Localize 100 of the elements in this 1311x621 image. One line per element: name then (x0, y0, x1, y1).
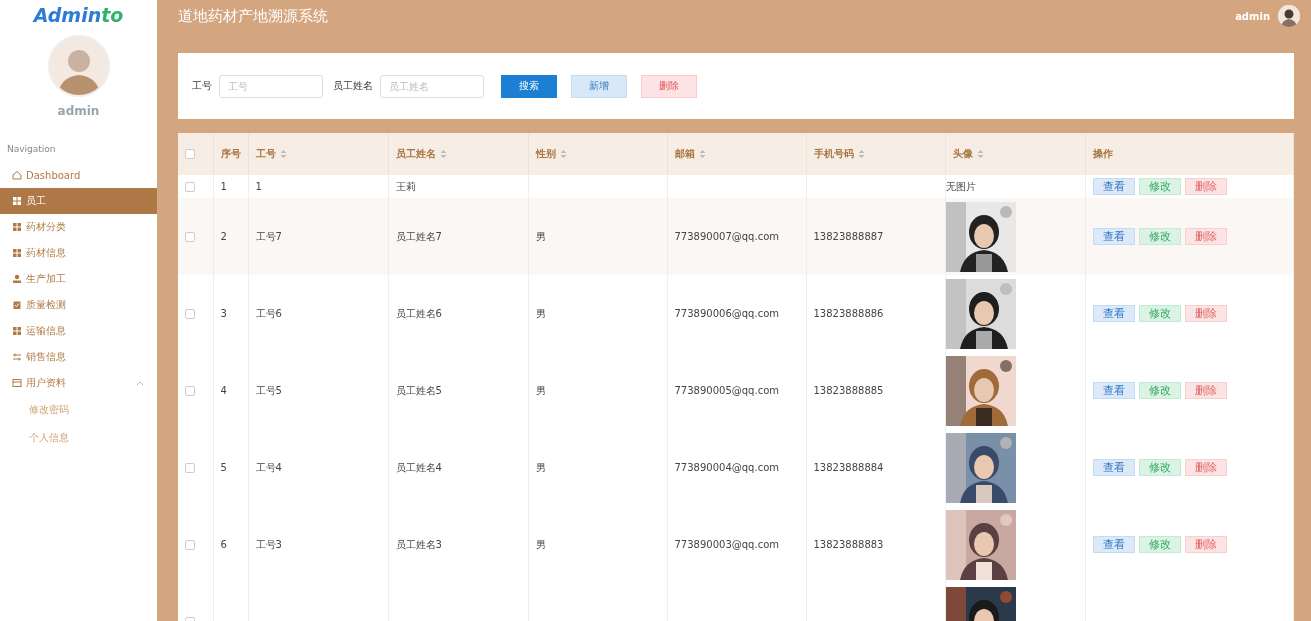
table-cell: 工号3 (255, 538, 282, 550)
add-button[interactable]: 新增 (571, 74, 627, 98)
table-cell: 男 (535, 538, 546, 550)
table-cell: 工号4 (255, 461, 282, 473)
checkbox[interactable] (185, 231, 195, 242)
column-header[interactable]: 头像 (952, 148, 973, 159)
column-header[interactable]: 员工姓名 (395, 148, 436, 159)
nav-subitem[interactable]: 个人信息 (0, 424, 157, 452)
table-cell: 773890003@qq.com (674, 539, 779, 550)
user-name: admin (57, 104, 100, 118)
input-field[interactable]: 员工姓名 (380, 74, 484, 98)
table-cell: 员工姓名6 (395, 307, 442, 319)
table-cell: 3 (220, 308, 227, 319)
sort-icon[interactable] (559, 149, 567, 159)
table-cell: 王莉 (395, 180, 416, 192)
checkbox[interactable] (185, 462, 195, 473)
delete-button[interactable]: 删除 (1184, 536, 1227, 553)
checkbox[interactable] (185, 181, 195, 192)
table-cell: 13823888887 (813, 231, 884, 242)
table-cell: 773890004@qq.com (674, 462, 779, 473)
view-button[interactable]: 查看 (1092, 459, 1135, 476)
edit-button[interactable]: 修改 (1138, 459, 1181, 476)
edit-button[interactable]: 修改 (1138, 305, 1181, 322)
nav-item[interactable]: 生产加工 (0, 266, 157, 292)
nav-item[interactable]: 运输信息 (0, 318, 157, 344)
table-cell: 773890005@qq.com (674, 385, 779, 396)
column-header: 操作 (1092, 148, 1113, 159)
edit-button[interactable]: 修改 (1138, 228, 1181, 245)
view-button[interactable]: 查看 (1092, 228, 1135, 245)
grid-icon (12, 196, 22, 206)
table-cell: 13823888883 (813, 539, 884, 550)
sort-icon[interactable] (976, 149, 984, 159)
table-cell: 员工姓名7 (395, 230, 442, 242)
edit-button[interactable]: 修改 (1138, 536, 1181, 553)
card-icon (12, 378, 22, 388)
checkbox[interactable] (185, 308, 195, 319)
view-button[interactable]: 查看 (1092, 382, 1135, 399)
edit-button[interactable]: 修改 (1138, 178, 1181, 195)
table-cell: 员工姓名5 (395, 384, 442, 396)
person-icon (12, 274, 22, 284)
table-cell: 工号6 (255, 307, 282, 319)
delete-button[interactable]: 删除 (1184, 459, 1227, 476)
table-cell: 2 (220, 231, 227, 242)
column-header[interactable]: 手机号码 (813, 148, 854, 159)
table-cell: 13823888885 (813, 385, 884, 396)
column-header: 序号 (220, 148, 241, 159)
table-cell: 1 (255, 181, 262, 192)
view-button[interactable]: 查看 (1092, 178, 1135, 195)
column-header[interactable]: 邮箱 (674, 148, 695, 159)
search-button[interactable]: 搜索 (501, 74, 557, 98)
user-name[interactable]: admin (1235, 10, 1270, 22)
table-cell: 男 (535, 307, 546, 319)
view-button[interactable]: 查看 (1092, 536, 1135, 553)
sliders-icon (12, 352, 22, 362)
delete-button[interactable]: 删除 (1184, 228, 1227, 245)
table-cell: 男 (535, 230, 546, 242)
input-field[interactable]: 工号 (219, 74, 323, 98)
sort-icon[interactable] (439, 149, 447, 159)
table-cell: 无图片 (945, 180, 976, 192)
grid-icon (12, 248, 22, 258)
grid-icon (12, 326, 22, 336)
table-cell: 773890006@qq.com (674, 308, 779, 319)
table-cell: 773890007@qq.com (674, 231, 779, 242)
delete-button[interactable]: 删除 (641, 74, 697, 98)
checkbox[interactable] (185, 539, 195, 550)
sort-icon[interactable] (857, 149, 865, 159)
table-cell: 6 (220, 539, 227, 550)
nav-item[interactable]: 销售信息 (0, 344, 157, 370)
nav-item[interactable]: 药材分类 (0, 214, 157, 240)
nav-item[interactable]: 员工 (0, 188, 157, 214)
table-cell: 13823888886 (813, 308, 884, 319)
nav-item[interactable]: 药材信息 (0, 240, 157, 266)
table-cell: 13823888884 (813, 462, 884, 473)
delete-button[interactable]: 删除 (1184, 178, 1227, 195)
avatar-icon[interactable] (1278, 5, 1300, 27)
nav-heading: Navigation (7, 144, 57, 154)
column-header[interactable]: 工号 (255, 148, 276, 159)
table-cell: 4 (220, 385, 227, 396)
table-cell: 工号7 (255, 230, 282, 242)
nav-item[interactable]: Dashboard (0, 162, 157, 188)
nav-item[interactable]: 质量检测 (0, 292, 157, 318)
table-cell: 男 (535, 384, 546, 396)
edit-button[interactable]: 修改 (1138, 382, 1181, 399)
checkbox[interactable] (185, 385, 195, 396)
checkbox[interactable] (185, 149, 195, 159)
nav-item[interactable]: 用户资料 (0, 370, 157, 396)
table-cell: 工号5 (255, 384, 282, 396)
sort-icon[interactable] (279, 149, 287, 159)
nav-subitem[interactable]: 修改密码 (0, 396, 157, 424)
sort-icon[interactable] (698, 149, 706, 159)
page-title: 道地药材产地溯源系统 (178, 6, 328, 26)
delete-button[interactable]: 删除 (1184, 305, 1227, 322)
delete-button[interactable]: 删除 (1184, 382, 1227, 399)
field-label: 工号 (192, 79, 212, 93)
table-cell: 男 (535, 461, 546, 473)
view-button[interactable]: 查看 (1092, 305, 1135, 322)
home-icon (12, 170, 22, 180)
table-cell: 员工姓名3 (395, 538, 442, 550)
column-header[interactable]: 性别 (535, 148, 556, 159)
logo: Adminto (33, 4, 124, 26)
